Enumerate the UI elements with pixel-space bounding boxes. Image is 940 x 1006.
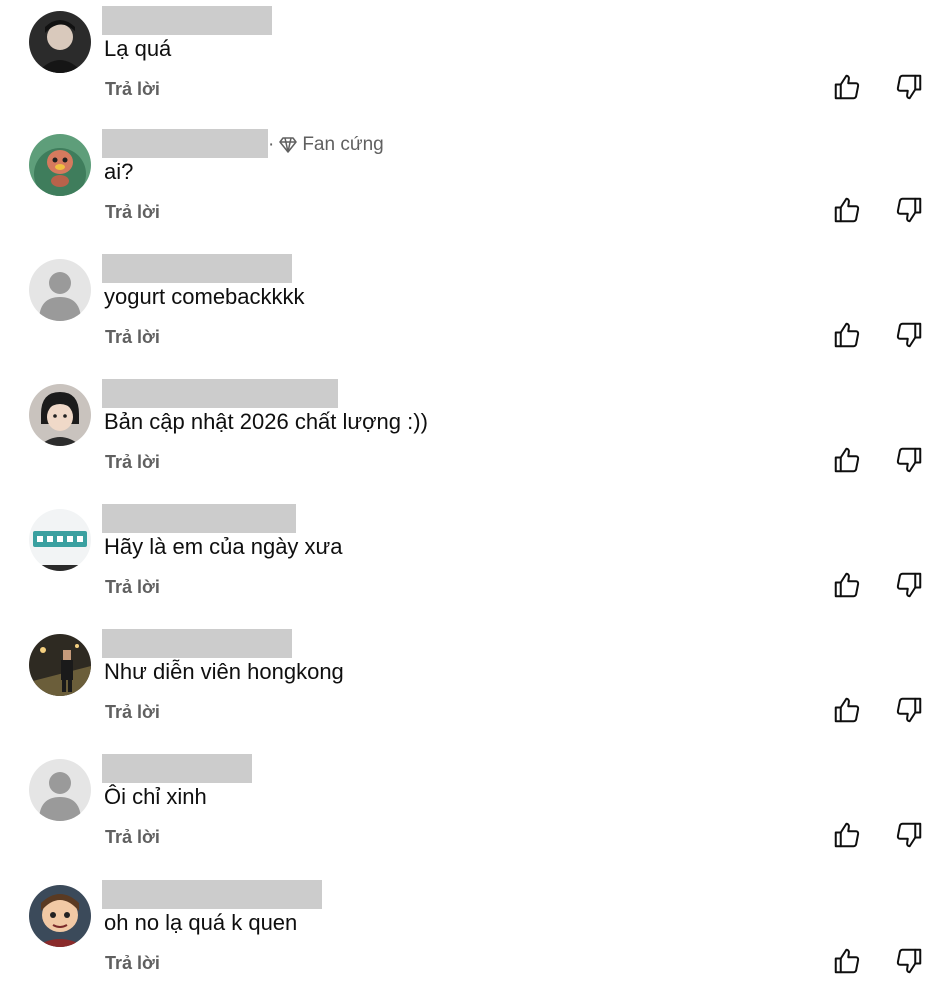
thumbs-down-icon: [896, 74, 922, 100]
username-redacted[interactable]: [102, 6, 272, 35]
thumbs-up-icon: [834, 197, 860, 223]
like-button[interactable]: [832, 72, 862, 102]
comment-text: Như diễn viên hongkong: [104, 659, 344, 684]
comment-text: Lạ quá: [104, 36, 172, 61]
thumbs-up-icon: [834, 948, 860, 974]
like-button[interactable]: [832, 195, 862, 225]
thumbs-up-icon: [834, 322, 860, 348]
avatar[interactable]: [29, 384, 91, 446]
thumbs-down-icon: [896, 447, 922, 473]
comment-text: yogurt comebackkkk: [104, 284, 305, 309]
comment-text: oh no lạ quá k quen: [104, 910, 298, 935]
like-button[interactable]: [832, 570, 862, 600]
avatar[interactable]: [29, 134, 91, 196]
thumbs-up-icon: [834, 822, 860, 848]
username-redacted[interactable]: [102, 754, 252, 783]
diamond-icon: [279, 137, 298, 153]
thumbs-up-icon: [834, 447, 860, 473]
dislike-button[interactable]: [894, 820, 924, 850]
comment-item: Hãy là em của ngày xưa Trả lời: [0, 504, 940, 630]
username-redacted[interactable]: [102, 504, 296, 533]
comment-item: yogurt comebackkkk Trả lời: [0, 254, 940, 380]
thumbs-down-icon: [896, 697, 922, 723]
like-button[interactable]: [832, 820, 862, 850]
reply-button[interactable]: Trả lời: [105, 825, 160, 849]
thumbs-down-icon: [896, 197, 922, 223]
reply-button[interactable]: Trả lời: [105, 450, 160, 474]
reply-button[interactable]: Trả lời: [105, 951, 160, 975]
avatar[interactable]: [29, 634, 91, 696]
thumbs-down-icon: [896, 948, 922, 974]
reply-button[interactable]: Trả lời: [105, 700, 160, 724]
username-redacted[interactable]: [102, 379, 338, 408]
avatar[interactable]: [29, 259, 91, 321]
dislike-button[interactable]: [894, 72, 924, 102]
username-redacted[interactable]: [102, 880, 322, 909]
avatar[interactable]: [29, 885, 91, 947]
thumbs-up-icon: [834, 74, 860, 100]
thumbs-up-icon: [834, 572, 860, 598]
reply-button[interactable]: Trả lời: [105, 575, 160, 599]
dislike-button[interactable]: [894, 445, 924, 475]
reply-button[interactable]: Trả lời: [105, 77, 160, 101]
comment-item: Như diễn viên hongkong Trả lời: [0, 629, 940, 755]
dislike-button[interactable]: [894, 946, 924, 976]
comment-item: Lạ quá Trả lời: [0, 6, 940, 132]
comment-item: Bản cập nhật 2026 chất lượng :)) Trả lời: [0, 379, 940, 505]
comment-item: Ôi chỉ xinh Trả lời: [0, 754, 940, 880]
thumbs-down-icon: [896, 322, 922, 348]
avatar[interactable]: [29, 509, 91, 571]
thumbs-down-icon: [896, 572, 922, 598]
username-redacted[interactable]: [102, 254, 292, 283]
dislike-button[interactable]: [894, 195, 924, 225]
like-button[interactable]: [832, 445, 862, 475]
dislike-button[interactable]: [894, 695, 924, 725]
separator-dot: ·: [268, 134, 275, 155]
comment-text: Ôi chỉ xinh: [104, 784, 207, 809]
like-button[interactable]: [832, 946, 862, 976]
thumbs-up-icon: [834, 697, 860, 723]
like-button[interactable]: [832, 695, 862, 725]
like-button[interactable]: [832, 320, 862, 350]
comment-text: Bản cập nhật 2026 chất lượng :)): [104, 409, 428, 434]
dislike-button[interactable]: [894, 570, 924, 600]
comment-text: Hãy là em của ngày xưa: [104, 534, 343, 559]
avatar[interactable]: [29, 11, 91, 73]
reply-button[interactable]: Trả lời: [105, 200, 160, 224]
fan-badge: · Fan cứng: [268, 134, 384, 156]
thumbs-down-icon: [896, 822, 922, 848]
username-redacted[interactable]: [102, 629, 292, 658]
comment-item: oh no lạ quá k quen Trả lời: [0, 880, 940, 1006]
reply-button[interactable]: Trả lời: [105, 325, 160, 349]
dislike-button[interactable]: [894, 320, 924, 350]
comment-text: ai?: [104, 159, 134, 184]
comment-item: · Fan cứng ai? Trả lời: [0, 129, 940, 255]
username-redacted[interactable]: [102, 129, 268, 158]
avatar[interactable]: [29, 759, 91, 821]
fan-badge-label: Fan cứng: [302, 134, 384, 155]
